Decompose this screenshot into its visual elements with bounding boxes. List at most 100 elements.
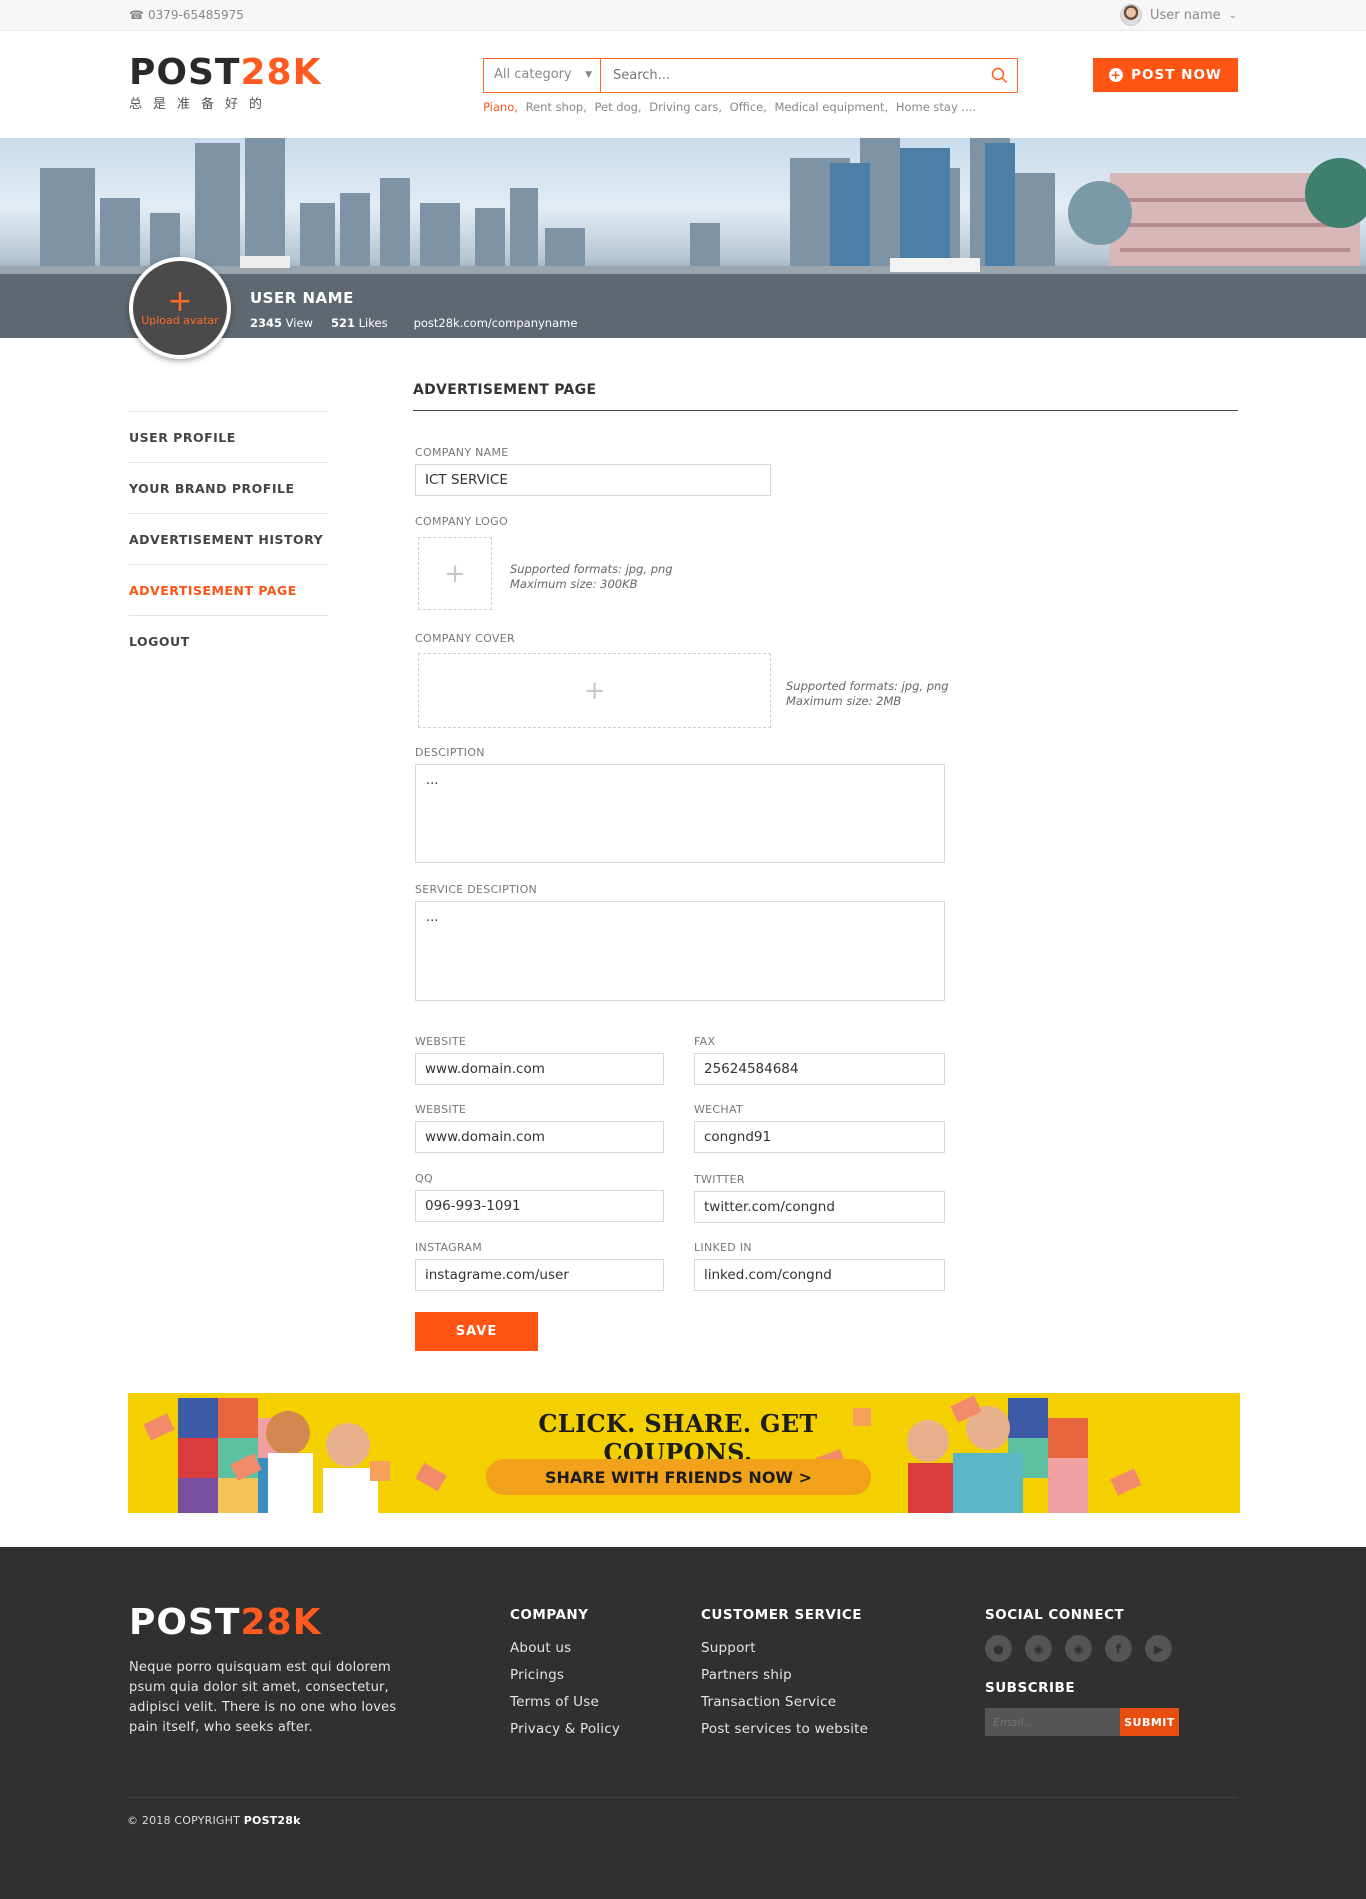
- plus-icon: +: [583, 675, 606, 706]
- copyright: © 2018 COPYRIGHT POST28k: [127, 1814, 301, 1827]
- footer-social-title: SOCIAL CONNECT: [985, 1607, 1125, 1623]
- upload-avatar-label: Upload avatar: [141, 313, 219, 327]
- sidebar-item-user-profile[interactable]: USER PROFILE: [129, 411, 328, 462]
- footer-link-support[interactable]: Support: [701, 1635, 868, 1662]
- likes-label: Likes: [358, 316, 388, 330]
- save-button[interactable]: SAVE: [415, 1312, 538, 1351]
- footer-link-post-services[interactable]: Post services to website: [701, 1716, 868, 1743]
- top-bar: ☎ 0379-65485975 User name ⌄: [0, 0, 1366, 31]
- subscribe-form: SUBMIT: [985, 1708, 1179, 1736]
- service-description-field[interactable]: ...: [415, 901, 945, 1001]
- footer-service-column: CUSTOMER SERVICE Support Partners ship T…: [701, 1607, 868, 1743]
- category-select[interactable]: All category ▼: [484, 59, 601, 92]
- search-icon: [991, 67, 1007, 84]
- site-footer: POST28K Neque porro quisquam est qui dol…: [0, 1547, 1366, 1899]
- company-logo-upload[interactable]: +: [418, 537, 492, 610]
- tag-link[interactable]: Medical equipment,: [775, 100, 889, 114]
- instagram-field[interactable]: [415, 1259, 664, 1291]
- tag-link[interactable]: Driving cars,: [649, 100, 722, 114]
- footer-logo-text: POST: [129, 1602, 241, 1643]
- social-icons: ● ◉ ◉ f ▶: [985, 1635, 1179, 1662]
- footer-link-partners[interactable]: Partners ship: [701, 1662, 868, 1689]
- footer-company-column: COMPANY About us Pricings Terms of Use P…: [510, 1607, 620, 1743]
- youtube-icon[interactable]: ▶: [1145, 1635, 1172, 1662]
- logo-max-size: Maximum size: 300KB: [510, 577, 638, 591]
- wechat-icon[interactable]: ◉: [1065, 1635, 1092, 1662]
- description-label: DESCIPTION: [415, 746, 485, 759]
- description-field[interactable]: ...: [415, 764, 945, 863]
- linkedin-field[interactable]: [694, 1259, 945, 1291]
- wechat-field[interactable]: [694, 1121, 945, 1153]
- company-name-label: COMPANY NAME: [415, 446, 509, 459]
- footer-logo[interactable]: POST28K: [129, 1605, 321, 1641]
- views-count: 2345: [250, 316, 283, 330]
- website-field-2[interactable]: [415, 1121, 664, 1153]
- plus-circle-icon: +: [1109, 68, 1124, 82]
- email-field[interactable]: [985, 1708, 1120, 1736]
- company-cover-label: COMPANY COVER: [415, 632, 515, 645]
- tag-link[interactable]: Home stay ....: [896, 100, 976, 114]
- wechat-label: WECHAT: [694, 1103, 743, 1116]
- facebook-icon[interactable]: f: [1105, 1635, 1132, 1662]
- fax-field[interactable]: [694, 1053, 945, 1085]
- company-name-field[interactable]: [415, 464, 771, 496]
- footer-about-text: Neque porro quisquam est qui dolorem psu…: [129, 1660, 397, 1735]
- footer-link-transaction[interactable]: Transaction Service: [701, 1689, 868, 1716]
- copyright-brand: POST28k: [243, 1814, 301, 1827]
- copyright-text: © 2018 COPYRIGHT: [127, 1814, 241, 1827]
- avatar[interactable]: [1119, 4, 1142, 26]
- tag-link[interactable]: Rent shop,: [526, 100, 587, 114]
- website-field[interactable]: [415, 1053, 664, 1085]
- tag-link[interactable]: Pet dog,: [595, 100, 642, 114]
- submit-button[interactable]: SUBMIT: [1120, 1708, 1179, 1736]
- profile-stats: 2345 View 521 Likes post28k.com/companynam…: [250, 316, 577, 330]
- share-button[interactable]: SHARE WITH FRIENDS NOW >: [486, 1459, 871, 1495]
- promo-banner[interactable]: CLICK. SHARE. GET COUPONS. SHARE WITH FR…: [128, 1393, 1240, 1513]
- plus-icon: +: [444, 558, 466, 589]
- cover-formats: Supported formats: jpg, png: [786, 679, 949, 693]
- phone-number: 0379-65485975: [147, 8, 244, 22]
- footer-link-pricings[interactable]: Pricings: [510, 1662, 620, 1689]
- twitter-label: TWITTER: [694, 1173, 745, 1186]
- qq-icon[interactable]: ●: [985, 1635, 1012, 1662]
- profile-url[interactable]: post28k.com/companyname: [414, 316, 578, 330]
- footer-logo-accent: 28K: [240, 1602, 322, 1643]
- page-title: ADVERTISEMENT PAGE: [413, 382, 597, 398]
- sidebar-item-brand-profile[interactable]: YOUR BRAND PROFILE: [129, 462, 328, 513]
- phone-contact: ☎ 0379-65485975: [129, 8, 244, 22]
- tag-link[interactable]: Office,: [730, 100, 767, 114]
- footer-company-title: COMPANY: [510, 1607, 589, 1623]
- user-name[interactable]: User name: [1150, 8, 1221, 23]
- footer-link-privacy[interactable]: Privacy & Policy: [510, 1716, 620, 1743]
- company-logo-label: COMPANY LOGO: [415, 515, 508, 528]
- website-label: WEBSITE: [415, 1035, 467, 1048]
- search-button[interactable]: [981, 59, 1017, 92]
- company-cover-upload[interactable]: +: [418, 653, 771, 728]
- tag-link[interactable]: Piano,: [483, 100, 518, 114]
- account-sidebar: USER PROFILE YOUR BRAND PROFILE ADVERTIS…: [129, 411, 328, 666]
- instagram-label: INSTAGRAM: [415, 1241, 483, 1254]
- sidebar-item-ad-page[interactable]: ADVERTISEMENT PAGE: [129, 564, 328, 615]
- website-label-2: WEBSITE: [415, 1103, 467, 1116]
- post-now-button[interactable]: + POST NOW: [1093, 58, 1238, 92]
- phone-icon: ☎: [129, 8, 144, 22]
- search-bar: All category ▼: [483, 58, 1018, 93]
- site-logo[interactable]: POST28K 总是准备好的: [129, 52, 321, 113]
- twitter-field[interactable]: [694, 1191, 945, 1223]
- sidebar-item-logout[interactable]: LOGOUT: [129, 615, 328, 666]
- popular-tags: Piano, Rent shop, Pet dog, Driving cars,…: [483, 100, 980, 114]
- plus-icon: +: [167, 283, 193, 319]
- footer-link-about[interactable]: About us: [510, 1635, 620, 1662]
- search-input[interactable]: [601, 59, 981, 92]
- logo-text: POST: [129, 52, 241, 93]
- cover-upload-note: Supported formats: jpg, png Maximum size…: [786, 679, 949, 709]
- qq-field[interactable]: [415, 1190, 664, 1222]
- user-menu[interactable]: User name ⌄: [1119, 4, 1237, 26]
- upload-avatar-button[interactable]: + Upload avatar: [129, 257, 231, 359]
- footer-social-column: SOCIAL CONNECT ● ◉ ◉ f ▶ SUBSCRIBE SUBMI…: [985, 1607, 1179, 1736]
- chevron-down-icon[interactable]: ⌄: [1229, 10, 1237, 21]
- title-divider: [413, 410, 1238, 411]
- footer-link-terms[interactable]: Terms of Use: [510, 1689, 620, 1716]
- sidebar-item-ad-history[interactable]: ADVERTISEMENT HISTORY: [129, 513, 328, 564]
- weibo-icon[interactable]: ◉: [1025, 1635, 1052, 1662]
